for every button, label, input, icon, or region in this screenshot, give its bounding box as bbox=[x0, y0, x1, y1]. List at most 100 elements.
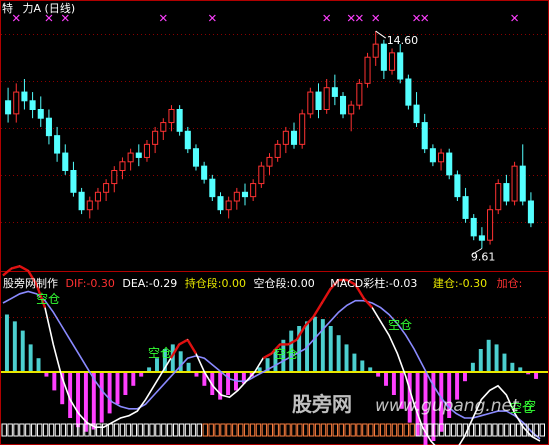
period-label: (日线) bbox=[44, 2, 76, 15]
dif-strong-segment bbox=[178, 338, 189, 346]
candle bbox=[78, 187, 85, 215]
build-label: 建仓: bbox=[432, 277, 459, 290]
signal-marker bbox=[61, 14, 69, 22]
candle-body bbox=[372, 43, 379, 58]
candle-body bbox=[274, 143, 281, 158]
candle-body bbox=[462, 196, 469, 219]
position-tag: 空仓 bbox=[148, 346, 172, 360]
status-cell bbox=[42, 423, 49, 437]
candle bbox=[290, 122, 298, 149]
stock-chart[interactable]: 14.609.61空仓空仓 空仓空仓空仓空 bbox=[0, 0, 549, 445]
low-price-label: 9.61 bbox=[471, 250, 496, 263]
candle bbox=[209, 174, 216, 201]
candle-body bbox=[13, 91, 20, 115]
candle bbox=[45, 109, 52, 145]
candle-body bbox=[217, 196, 224, 211]
dea-value: -0.29 bbox=[148, 277, 178, 290]
candle bbox=[86, 196, 93, 219]
status-cell bbox=[119, 423, 126, 437]
position-tag: 空仓 bbox=[274, 347, 298, 361]
candle bbox=[487, 205, 494, 245]
candle-body bbox=[135, 152, 142, 158]
status-cell bbox=[196, 423, 203, 437]
status-cell bbox=[137, 423, 143, 437]
status-cell bbox=[161, 423, 167, 437]
signal-marker bbox=[347, 14, 355, 22]
signal-marker bbox=[323, 14, 331, 22]
signal-marker bbox=[355, 14, 363, 22]
candle-body bbox=[421, 122, 428, 150]
status-cell bbox=[374, 423, 380, 437]
status-cell bbox=[113, 423, 120, 437]
candle bbox=[21, 79, 28, 110]
candle-body bbox=[331, 87, 338, 97]
signal-marker bbox=[159, 14, 167, 22]
status-cell bbox=[486, 423, 492, 437]
status-cell bbox=[450, 423, 457, 437]
status-cell bbox=[261, 423, 268, 437]
candle-body bbox=[103, 183, 110, 193]
status-cell bbox=[66, 423, 72, 437]
candle-body bbox=[192, 148, 200, 167]
watermark-url: www.gupang.net bbox=[375, 396, 519, 416]
candle-body bbox=[429, 148, 436, 163]
signal-marker bbox=[372, 14, 380, 22]
status-cell bbox=[368, 423, 374, 437]
status-cell bbox=[332, 423, 339, 437]
candle-body bbox=[389, 52, 396, 71]
candle bbox=[462, 187, 469, 223]
dif-strong-segment bbox=[19, 265, 29, 272]
candle-body bbox=[511, 165, 518, 202]
candle bbox=[184, 126, 191, 154]
status-cell bbox=[249, 423, 256, 437]
signal-marker bbox=[12, 14, 20, 22]
status-cell bbox=[403, 423, 409, 437]
candle bbox=[356, 79, 363, 110]
candle bbox=[5, 87, 12, 123]
status-cell bbox=[492, 423, 498, 437]
candle-body bbox=[78, 191, 85, 211]
candle bbox=[323, 79, 330, 114]
dif-value: -0.30 bbox=[86, 277, 115, 290]
status-cell bbox=[456, 423, 463, 437]
candle bbox=[119, 157, 126, 180]
candle-body bbox=[307, 91, 314, 115]
candle bbox=[421, 113, 428, 154]
candle-body bbox=[348, 104, 355, 115]
candle bbox=[54, 126, 61, 162]
candle-body bbox=[258, 165, 265, 185]
candle-body bbox=[405, 78, 412, 106]
candle bbox=[380, 39, 387, 79]
candle bbox=[233, 187, 240, 210]
candle-body bbox=[356, 82, 363, 106]
candle bbox=[225, 196, 232, 219]
status-cell bbox=[279, 423, 285, 437]
stock-name: 力A bbox=[22, 2, 42, 15]
candle-body bbox=[62, 152, 69, 171]
status-cell bbox=[48, 423, 55, 437]
status-cell bbox=[314, 423, 321, 437]
candle bbox=[397, 44, 404, 84]
candle bbox=[307, 87, 314, 119]
candle-body bbox=[503, 183, 510, 202]
signal-marker bbox=[413, 14, 420, 22]
signal-marker bbox=[421, 14, 429, 22]
candle bbox=[364, 52, 371, 88]
dif-strong-segment bbox=[312, 302, 323, 318]
candle bbox=[389, 48, 396, 75]
candle bbox=[217, 192, 224, 215]
candle bbox=[405, 74, 412, 110]
candle bbox=[192, 144, 200, 171]
position-tag: 空 bbox=[524, 399, 536, 413]
watermark-text: 股旁网 bbox=[292, 392, 352, 416]
status-cell bbox=[356, 423, 362, 437]
candle bbox=[315, 83, 322, 119]
candle bbox=[413, 92, 420, 127]
candle bbox=[503, 174, 510, 206]
stock-name-prefix: 特 bbox=[2, 2, 13, 15]
candle bbox=[160, 118, 167, 140]
candle-body bbox=[315, 91, 322, 110]
candle-body bbox=[454, 174, 461, 198]
status-cell bbox=[338, 423, 344, 437]
status-cell bbox=[172, 423, 179, 437]
